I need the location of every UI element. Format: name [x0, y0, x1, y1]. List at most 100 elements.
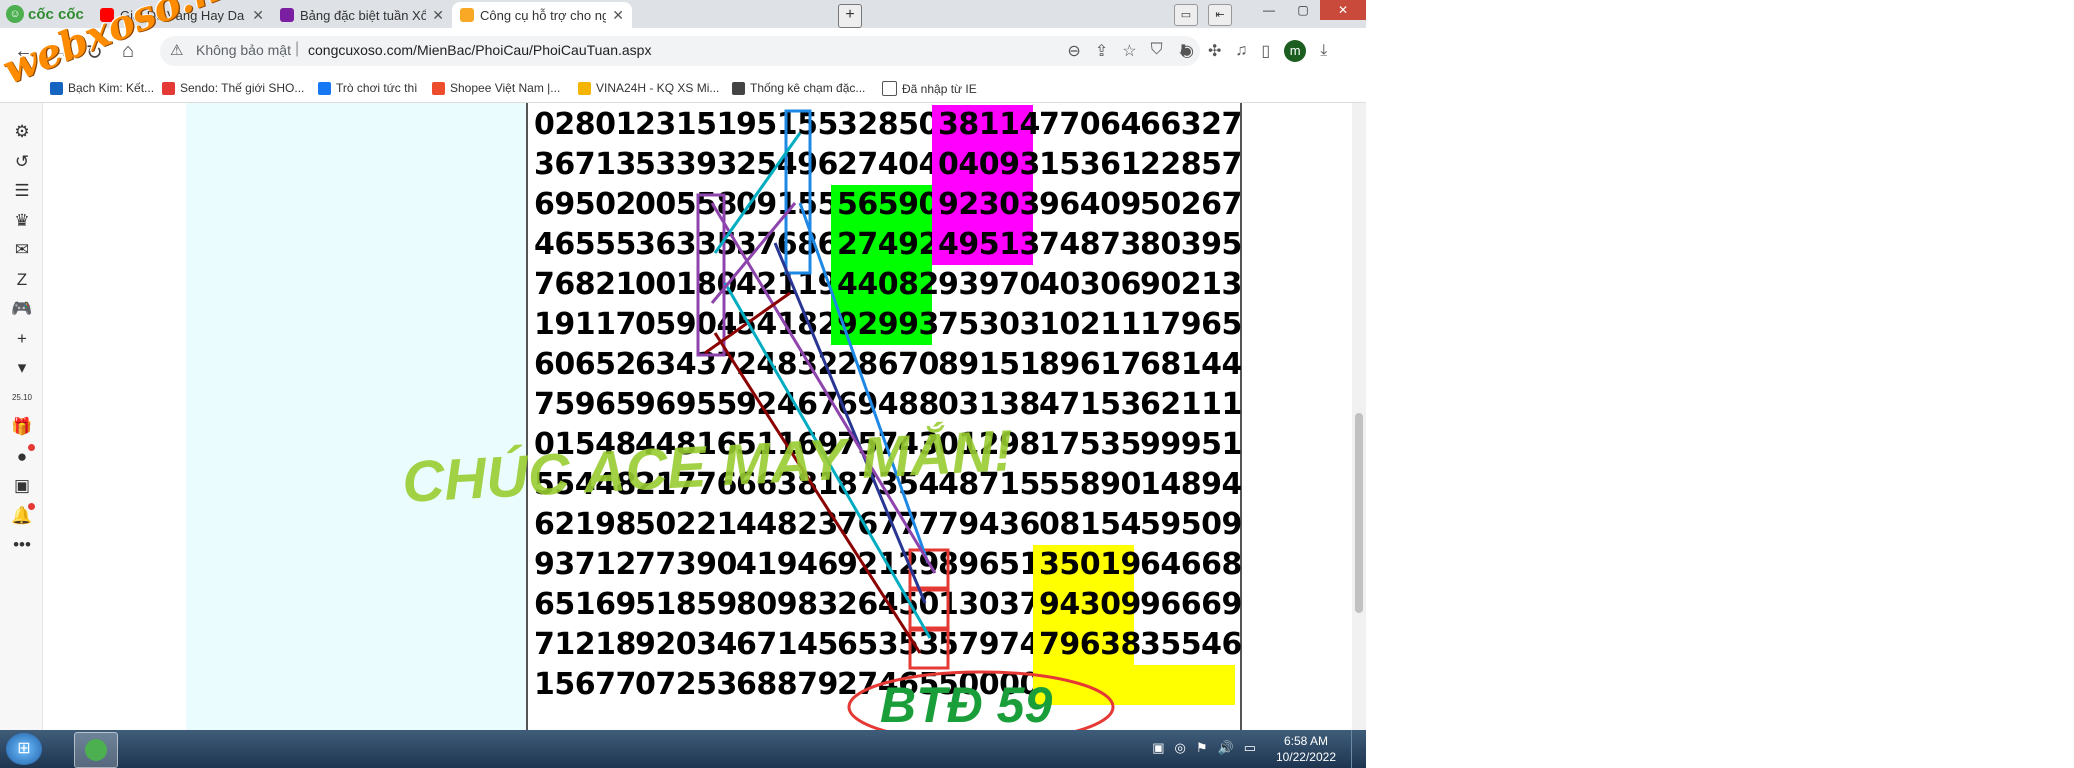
- table-cell: 68144: [1140, 347, 1242, 382]
- bookmark-thong-ke[interactable]: Thống kê chạm đặc...: [732, 81, 865, 95]
- table-cell: 24832: [736, 347, 838, 382]
- downloads-icon[interactable]: ⤓: [1320, 42, 1327, 60]
- table-cell: 68879: [736, 667, 838, 702]
- url-text[interactable]: congcuxoso.com/MienBac/PhoiCau/PhoiCauTu…: [308, 42, 651, 58]
- system-tray: ▣ ◎ ⚑ 🔊 ▭: [1152, 740, 1256, 756]
- table-cell: 93970: [938, 267, 1040, 302]
- music-icon[interactable]: ♫: [1235, 42, 1247, 60]
- close-tab-icon[interactable]: ✕: [252, 7, 264, 24]
- bookmark-label: Trò chơi tức thì: [336, 81, 418, 95]
- add-icon[interactable]: +: [11, 328, 33, 350]
- clock-time: 6:58 AM: [1283, 734, 1328, 748]
- taskbar-clock[interactable]: 6:58 AM 10/22/2022: [1276, 733, 1336, 765]
- share-icon[interactable]: ⇪: [1095, 41, 1108, 61]
- page-scrollbar[interactable]: [1352, 103, 1366, 730]
- bookmark-bach-kim[interactable]: Bạch Kim: Kết...: [50, 81, 154, 95]
- calendar-icon[interactable]: 25.10: [11, 387, 33, 409]
- tray-battery-icon[interactable]: ▭: [1244, 740, 1256, 756]
- table-cell: 94309: [1033, 585, 1141, 625]
- scrollbar-thumb[interactable]: [1355, 413, 1363, 613]
- table-cell: 35546: [1140, 627, 1242, 662]
- table-cell: 89617: [1039, 347, 1141, 382]
- table-cell: 36713: [534, 147, 636, 182]
- coccoc-logo-icon: ☺: [6, 5, 24, 23]
- window-controls: — ▢ ✕: [1252, 0, 1366, 20]
- table-cell: 22857: [1140, 147, 1242, 182]
- taskbar-coccoc-app[interactable]: [74, 732, 118, 768]
- table-cell: 56590: [831, 185, 939, 225]
- tray-flag-icon[interactable]: ⚑: [1196, 740, 1208, 756]
- bookmark-sendo[interactable]: Sendo: Thế giới SHO...: [162, 81, 304, 95]
- table-cell: 44823: [736, 507, 838, 542]
- table-cell: 25496: [736, 147, 838, 182]
- flag-icon[interactable]: ▾: [11, 357, 33, 379]
- messenger-icon[interactable]: ✉: [11, 239, 33, 261]
- security-label[interactable]: Không bảo mật: [196, 42, 291, 58]
- chrome-icon[interactable]: ◉: [1180, 41, 1194, 61]
- bookmark-shopee[interactable]: Shopee Việt Nam |...: [432, 81, 560, 95]
- table-cell: 57974: [938, 627, 1040, 662]
- gift-icon[interactable]: 🎁: [11, 416, 33, 438]
- table-cell: 19117: [534, 307, 636, 342]
- bookmark-star-icon[interactable]: ☆: [1122, 41, 1136, 61]
- table-cell: [1134, 665, 1235, 705]
- bell-icon[interactable]: 🔔: [11, 502, 35, 527]
- maximize-button[interactable]: ▢: [1286, 0, 1320, 20]
- gamepad-icon[interactable]: 🎮: [11, 298, 33, 320]
- close-tab-icon[interactable]: ✕: [612, 7, 624, 24]
- table-cell: 79638: [1033, 625, 1141, 665]
- chat-icon[interactable]: ●: [11, 443, 35, 468]
- settings-icon[interactable]: ⚙: [11, 121, 33, 143]
- omnibox[interactable]: ⚠ Không bảo mật | congcuxoso.com/MienBac…: [160, 36, 1200, 66]
- bookmark-tro-choi[interactable]: Trò chơi tức thì: [318, 81, 417, 95]
- table-cell: 65169: [534, 587, 636, 622]
- address-toolbar: ← → ↻ ⌂ ⚠ Không bảo mật | congcuxoso.com…: [0, 28, 1366, 76]
- table-cell: 64668: [1140, 547, 1242, 582]
- bookmark-vina24h[interactable]: VINA24H - KQ XS Mi...: [578, 81, 719, 95]
- table-row: 65169 51859 80983 26450 13037 94309 96669: [528, 585, 1242, 625]
- new-tab-button[interactable]: +: [838, 4, 862, 28]
- table-cell: 51859: [635, 587, 737, 622]
- shield-icon[interactable]: ⛉: [1151, 41, 1163, 61]
- table-cell: 14894: [1140, 467, 1242, 502]
- close-window-button[interactable]: ✕: [1320, 0, 1366, 20]
- tray-network-icon[interactable]: ◎: [1175, 740, 1186, 756]
- table-cell: 93712: [534, 547, 636, 582]
- tab-cong-cu[interactable]: Công cụ hỗ trợ cho người ch ✕: [452, 2, 632, 28]
- shop-icon[interactable]: ▣: [11, 475, 33, 497]
- start-button[interactable]: ⊞: [6, 733, 42, 765]
- tray-volume-icon[interactable]: 🔊: [1218, 740, 1234, 756]
- screenshot: ☺ cốc cốc Giai Đề Vàng Hay Da Diết Đ ✕ B…: [0, 0, 1366, 768]
- table-cell: 62198: [534, 507, 636, 542]
- show-desktop-button[interactable]: [1351, 730, 1366, 768]
- table-cell: 15677: [534, 667, 636, 702]
- puzzle-icon[interactable]: ✣: [1208, 41, 1221, 61]
- minimize-button[interactable]: —: [1252, 0, 1286, 20]
- more-icon[interactable]: •••: [11, 534, 33, 556]
- bookmark-folder-ie[interactable]: Đã nhập từ IE: [882, 81, 977, 96]
- table-cell: 38114: [932, 105, 1040, 145]
- crown-icon[interactable]: ♛: [11, 210, 33, 232]
- table-cell: 04093: [932, 145, 1040, 185]
- bookmark-favicon-icon: [50, 81, 63, 95]
- zoom-out-icon[interactable]: ⊖: [1067, 41, 1080, 61]
- tab-title: Công cụ hỗ trợ cho người ch: [480, 7, 607, 23]
- table-cell: 15361: [1039, 147, 1141, 182]
- tray-app-icon[interactable]: ▣: [1152, 740, 1164, 756]
- history-icon[interactable]: ↺: [11, 151, 33, 173]
- zalo-icon[interactable]: Z: [11, 269, 33, 291]
- list-icon[interactable]: ☰: [11, 180, 33, 202]
- table-row: 36713 53393 25496 27404 04093 15361 22857: [528, 145, 1242, 185]
- table-cell: 32850: [837, 107, 939, 142]
- table-row: 46555 36335 37686 27492 49513 74873 80395: [528, 225, 1242, 265]
- profile-avatar[interactable]: m: [1284, 40, 1307, 62]
- site-favicon-icon: [460, 8, 474, 22]
- table-cell: 74873: [1039, 227, 1141, 262]
- reading-list-icon[interactable]: ▯: [1261, 41, 1270, 61]
- tab-search-icon[interactable]: ⇤: [1208, 4, 1232, 26]
- screenshot-icon[interactable]: ▭: [1174, 4, 1198, 26]
- table-cell: 80395: [1140, 227, 1242, 262]
- close-tab-icon[interactable]: ✕: [432, 7, 444, 24]
- warning-icon[interactable]: ⚠: [170, 41, 183, 59]
- tab-bang-dac-biet[interactable]: Bảng đặc biệt tuần Xổ Số Tru ✕: [272, 2, 452, 28]
